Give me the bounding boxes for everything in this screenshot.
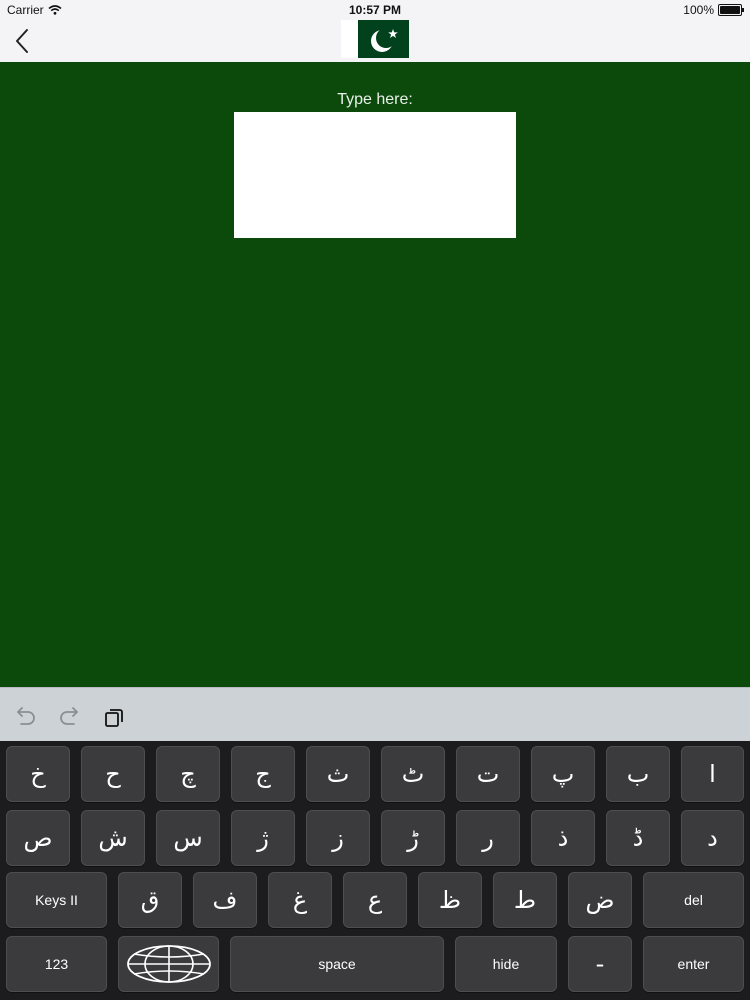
key-row3-3[interactable]: غ — [268, 872, 332, 928]
chevron-left-icon — [16, 29, 28, 53]
enter-button[interactable]: enter — [643, 936, 744, 992]
key-row3-2[interactable]: ف — [193, 872, 257, 928]
key-row1-10[interactable]: ا — [681, 746, 744, 802]
hide-keyboard-button[interactable]: hide — [455, 936, 557, 992]
redo-button[interactable] — [58, 706, 82, 728]
key-row1-8[interactable]: پ — [531, 746, 595, 802]
undo-icon — [17, 707, 35, 725]
key-row1-1[interactable]: خ — [6, 746, 70, 802]
key-row1-5[interactable]: ث — [306, 746, 370, 802]
text-input[interactable] — [234, 112, 516, 238]
key-row2-10[interactable]: د — [681, 810, 744, 866]
status-time: 10:57 PM — [348, 3, 402, 17]
key-row3-4[interactable]: ع — [343, 872, 407, 928]
keyboard-toolbar — [0, 687, 750, 742]
key-row1-6[interactable]: ٹ — [381, 746, 445, 802]
type-here-label: Type here: — [337, 91, 413, 108]
main-content: Type here: — [0, 62, 750, 687]
key-row2-3[interactable]: س — [156, 810, 220, 866]
delete-button[interactable]: del — [643, 872, 744, 928]
key-row3-6[interactable]: ط — [493, 872, 557, 928]
numbers-button[interactable]: 123 — [6, 936, 107, 992]
key-row1-7[interactable]: ت — [456, 746, 520, 802]
key-row3-7[interactable]: ض — [568, 872, 632, 928]
battery-status: 100% — [683, 3, 744, 17]
key-row3-1[interactable]: ق — [118, 872, 182, 928]
key-row1-4[interactable]: ج — [231, 746, 295, 802]
back-button[interactable] — [10, 24, 38, 58]
key-row2-1[interactable]: ص — [6, 810, 70, 866]
undo-button[interactable] — [13, 706, 37, 728]
space-button[interactable]: space — [230, 936, 444, 992]
urdu-keyboard: خ ح چ ج ث ٹ ت پ ب ا ص ش س ژ ز ڑ ر ذ ڈ د … — [0, 741, 750, 1000]
status-bar: Carrier 10:57 PM 100% — [0, 0, 750, 20]
globe-button[interactable] — [118, 936, 219, 992]
key-row2-9[interactable]: ڈ — [606, 810, 670, 866]
key-row3-5[interactable]: ظ — [418, 872, 482, 928]
key-row2-5[interactable]: ز — [306, 810, 370, 866]
dash-key[interactable]: - — [568, 936, 632, 992]
key-row2-4[interactable]: ژ — [231, 810, 295, 866]
key-row2-7[interactable]: ر — [456, 810, 520, 866]
navigation-bar — [0, 20, 750, 63]
battery-percent: 100% — [683, 3, 714, 17]
battery-icon — [718, 4, 744, 16]
key-row2-6[interactable]: ڑ — [381, 810, 445, 866]
key-row2-8[interactable]: ذ — [531, 810, 595, 866]
key-row1-2[interactable]: ح — [81, 746, 145, 802]
key-row1-3[interactable]: چ — [156, 746, 220, 802]
pakistan-flag-icon — [341, 20, 409, 58]
key-row1-9[interactable]: ب — [606, 746, 670, 802]
redo-icon — [60, 707, 78, 725]
globe-icon — [126, 945, 211, 983]
keys-ii-button[interactable]: Keys II — [6, 872, 107, 928]
paste-button[interactable] — [103, 706, 127, 728]
paste-icon — [105, 709, 123, 727]
key-row2-2[interactable]: ش — [81, 810, 145, 866]
crescent-star-icon — [371, 28, 398, 52]
